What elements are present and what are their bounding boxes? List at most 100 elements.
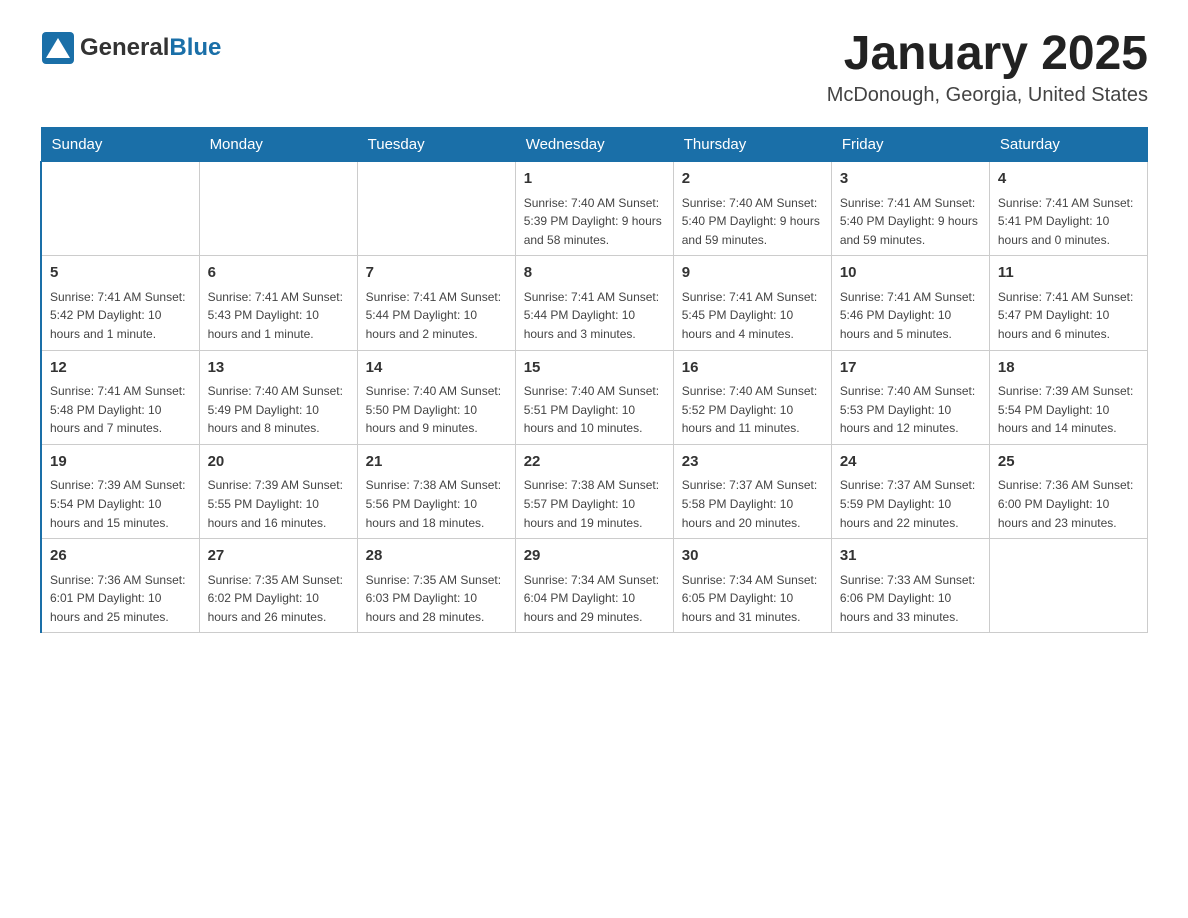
day-number: 20 [208, 451, 349, 474]
calendar-cell: 15Sunrise: 7:40 AM Sunset: 5:51 PM Dayli… [515, 350, 673, 444]
day-number: 6 [208, 262, 349, 285]
day-number: 4 [998, 168, 1139, 191]
calendar-cell: 4 Sunrise: 7:41 AM Sunset: 5:41 PM Daylig… [989, 162, 1147, 256]
logo-icon [40, 30, 76, 66]
calendar-cell [199, 162, 357, 256]
sun-info: Sunrise: 7:40 AM Sunset: 5:49 PM Dayligh… [208, 382, 349, 438]
day-number: 12 [50, 357, 191, 380]
calendar-cell: 1 Sunrise: 7:40 AM Sunset: 5:39 PM Daylig… [515, 162, 673, 256]
calendar-cell: 10 Sunrise: 7:41 AM Sunset: 5:46 PM Dayli… [831, 256, 989, 350]
day-number: 31 [840, 545, 981, 568]
weekday-header-wednesday: Wednesday [515, 128, 673, 162]
sun-info: Sunrise: 7:41 AM Sunset: 5:45 PM Dayligh… [682, 288, 823, 344]
calendar-cell: 2 Sunrise: 7:40 AM Sunset: 5:40 PM Daylig… [673, 162, 831, 256]
day-number: 29 [524, 545, 665, 568]
day-number: 2 [682, 168, 823, 191]
day-number: 19 [50, 451, 191, 474]
sun-info: Sunrise: 7:34 AM Sunset: 6:04 PM Dayligh… [524, 571, 665, 627]
day-number: 3 [840, 168, 981, 191]
sun-info: Sunrise: 7:40 AM Sunset: 5:53 PM Dayligh… [840, 382, 981, 438]
sun-info: Sunrise: 7:36 AM Sunset: 6:01 PM Dayligh… [50, 571, 191, 627]
calendar-cell: 30Sunrise: 7:34 AM Sunset: 6:05 PM Dayli… [673, 539, 831, 633]
calendar-cell: 27 Sunrise: 7:35 AM Sunset: 6:02 PM Dayli… [199, 539, 357, 633]
calendar-cell: 8Sunrise: 7:41 AM Sunset: 5:44 PM Daylig… [515, 256, 673, 350]
weekday-header-thursday: Thursday [673, 128, 831, 162]
day-number: 5 [50, 262, 191, 285]
month-title: January 2025 [827, 30, 1148, 78]
calendar-week-row: 26Sunrise: 7:36 AM Sunset: 6:01 PM Dayli… [41, 539, 1148, 633]
day-number: 9 [682, 262, 823, 285]
day-number: 21 [366, 451, 507, 474]
calendar-week-row: 19Sunrise: 7:39 AM Sunset: 5:54 PM Dayli… [41, 444, 1148, 538]
sun-info: Sunrise: 7:40 AM Sunset: 5:40 PM Dayligh… [682, 194, 823, 250]
day-number: 25 [998, 451, 1139, 474]
day-number: 7 [366, 262, 507, 285]
calendar-cell: 28Sunrise: 7:35 AM Sunset: 6:03 PM Dayli… [357, 539, 515, 633]
sun-info: Sunrise: 7:40 AM Sunset: 5:50 PM Dayligh… [366, 382, 507, 438]
sun-info: Sunrise: 7:39 AM Sunset: 5:54 PM Dayligh… [50, 476, 191, 532]
calendar-cell: 20Sunrise: 7:39 AM Sunset: 5:55 PM Dayli… [199, 444, 357, 538]
day-number: 22 [524, 451, 665, 474]
calendar-cell: 12Sunrise: 7:41 AM Sunset: 5:48 PM Dayli… [41, 350, 199, 444]
sun-info: Sunrise: 7:41 AM Sunset: 5:41 PM Dayligh… [998, 194, 1139, 250]
day-number: 18 [998, 357, 1139, 380]
sun-info: Sunrise: 7:40 AM Sunset: 5:52 PM Dayligh… [682, 382, 823, 438]
day-number: 11 [998, 262, 1139, 285]
sun-info: Sunrise: 7:41 AM Sunset: 5:44 PM Dayligh… [524, 288, 665, 344]
day-number: 17 [840, 357, 981, 380]
calendar-week-row: 12Sunrise: 7:41 AM Sunset: 5:48 PM Dayli… [41, 350, 1148, 444]
location-text: McDonough, Georgia, United States [827, 84, 1148, 107]
title-block: January 2025 McDonough, Georgia, United … [827, 30, 1148, 107]
sun-info: Sunrise: 7:35 AM Sunset: 6:02 PM Dayligh… [208, 571, 349, 627]
sun-info: Sunrise: 7:35 AM Sunset: 6:03 PM Dayligh… [366, 571, 507, 627]
day-number: 15 [524, 357, 665, 380]
sun-info: Sunrise: 7:33 AM Sunset: 6:06 PM Dayligh… [840, 571, 981, 627]
calendar-cell [989, 539, 1147, 633]
calendar-cell: 3 Sunrise: 7:41 AM Sunset: 5:40 PM Daylig… [831, 162, 989, 256]
sun-info: Sunrise: 7:37 AM Sunset: 5:59 PM Dayligh… [840, 476, 981, 532]
calendar-cell: 9 Sunrise: 7:41 AM Sunset: 5:45 PM Daylig… [673, 256, 831, 350]
calendar-cell: 6 Sunrise: 7:41 AM Sunset: 5:43 PM Daylig… [199, 256, 357, 350]
day-number: 30 [682, 545, 823, 568]
calendar-cell [357, 162, 515, 256]
page-header: GeneralBlue January 2025 McDonough, Geor… [40, 30, 1148, 107]
sun-info: Sunrise: 7:36 AM Sunset: 6:00 PM Dayligh… [998, 476, 1139, 532]
weekday-header-sunday: Sunday [41, 128, 199, 162]
day-number: 16 [682, 357, 823, 380]
logo-general-text: General [80, 34, 169, 61]
weekday-header-saturday: Saturday [989, 128, 1147, 162]
sun-info: Sunrise: 7:41 AM Sunset: 5:44 PM Dayligh… [366, 288, 507, 344]
sun-info: Sunrise: 7:40 AM Sunset: 5:39 PM Dayligh… [524, 194, 665, 250]
sun-info: Sunrise: 7:41 AM Sunset: 5:47 PM Dayligh… [998, 288, 1139, 344]
day-number: 10 [840, 262, 981, 285]
sun-info: Sunrise: 7:38 AM Sunset: 5:57 PM Dayligh… [524, 476, 665, 532]
calendar-week-row: 5Sunrise: 7:41 AM Sunset: 5:42 PM Daylig… [41, 256, 1148, 350]
sun-info: Sunrise: 7:39 AM Sunset: 5:54 PM Dayligh… [998, 382, 1139, 438]
day-number: 24 [840, 451, 981, 474]
calendar-cell: 25Sunrise: 7:36 AM Sunset: 6:00 PM Dayli… [989, 444, 1147, 538]
calendar-cell: 7 Sunrise: 7:41 AM Sunset: 5:44 PM Daylig… [357, 256, 515, 350]
sun-info: Sunrise: 7:41 AM Sunset: 5:43 PM Dayligh… [208, 288, 349, 344]
calendar-cell: 14Sunrise: 7:40 AM Sunset: 5:50 PM Dayli… [357, 350, 515, 444]
day-number: 1 [524, 168, 665, 191]
calendar-cell: 31 Sunrise: 7:33 AM Sunset: 6:06 PM Dayli… [831, 539, 989, 633]
sun-info: Sunrise: 7:37 AM Sunset: 5:58 PM Dayligh… [682, 476, 823, 532]
calendar-cell: 13Sunrise: 7:40 AM Sunset: 5:49 PM Dayli… [199, 350, 357, 444]
calendar-cell [41, 162, 199, 256]
calendar-cell: 19Sunrise: 7:39 AM Sunset: 5:54 PM Dayli… [41, 444, 199, 538]
calendar-table: SundayMondayTuesdayWednesdayThursdayFrid… [40, 127, 1148, 633]
calendar-cell: 11 Sunrise: 7:41 AM Sunset: 5:47 PM Dayli… [989, 256, 1147, 350]
logo-blue-text: Blue [169, 34, 221, 61]
sun-info: Sunrise: 7:41 AM Sunset: 5:48 PM Dayligh… [50, 382, 191, 438]
day-number: 27 [208, 545, 349, 568]
sun-info: Sunrise: 7:41 AM Sunset: 5:46 PM Dayligh… [840, 288, 981, 344]
weekday-header-row: SundayMondayTuesdayWednesdayThursdayFrid… [41, 128, 1148, 162]
weekday-header-tuesday: Tuesday [357, 128, 515, 162]
calendar-cell: 22Sunrise: 7:38 AM Sunset: 5:57 PM Dayli… [515, 444, 673, 538]
weekday-header-friday: Friday [831, 128, 989, 162]
weekday-header-monday: Monday [199, 128, 357, 162]
sun-info: Sunrise: 7:41 AM Sunset: 5:40 PM Dayligh… [840, 194, 981, 250]
sun-info: Sunrise: 7:38 AM Sunset: 5:56 PM Dayligh… [366, 476, 507, 532]
calendar-cell: 29 Sunrise: 7:34 AM Sunset: 6:04 PM Dayli… [515, 539, 673, 633]
day-number: 14 [366, 357, 507, 380]
